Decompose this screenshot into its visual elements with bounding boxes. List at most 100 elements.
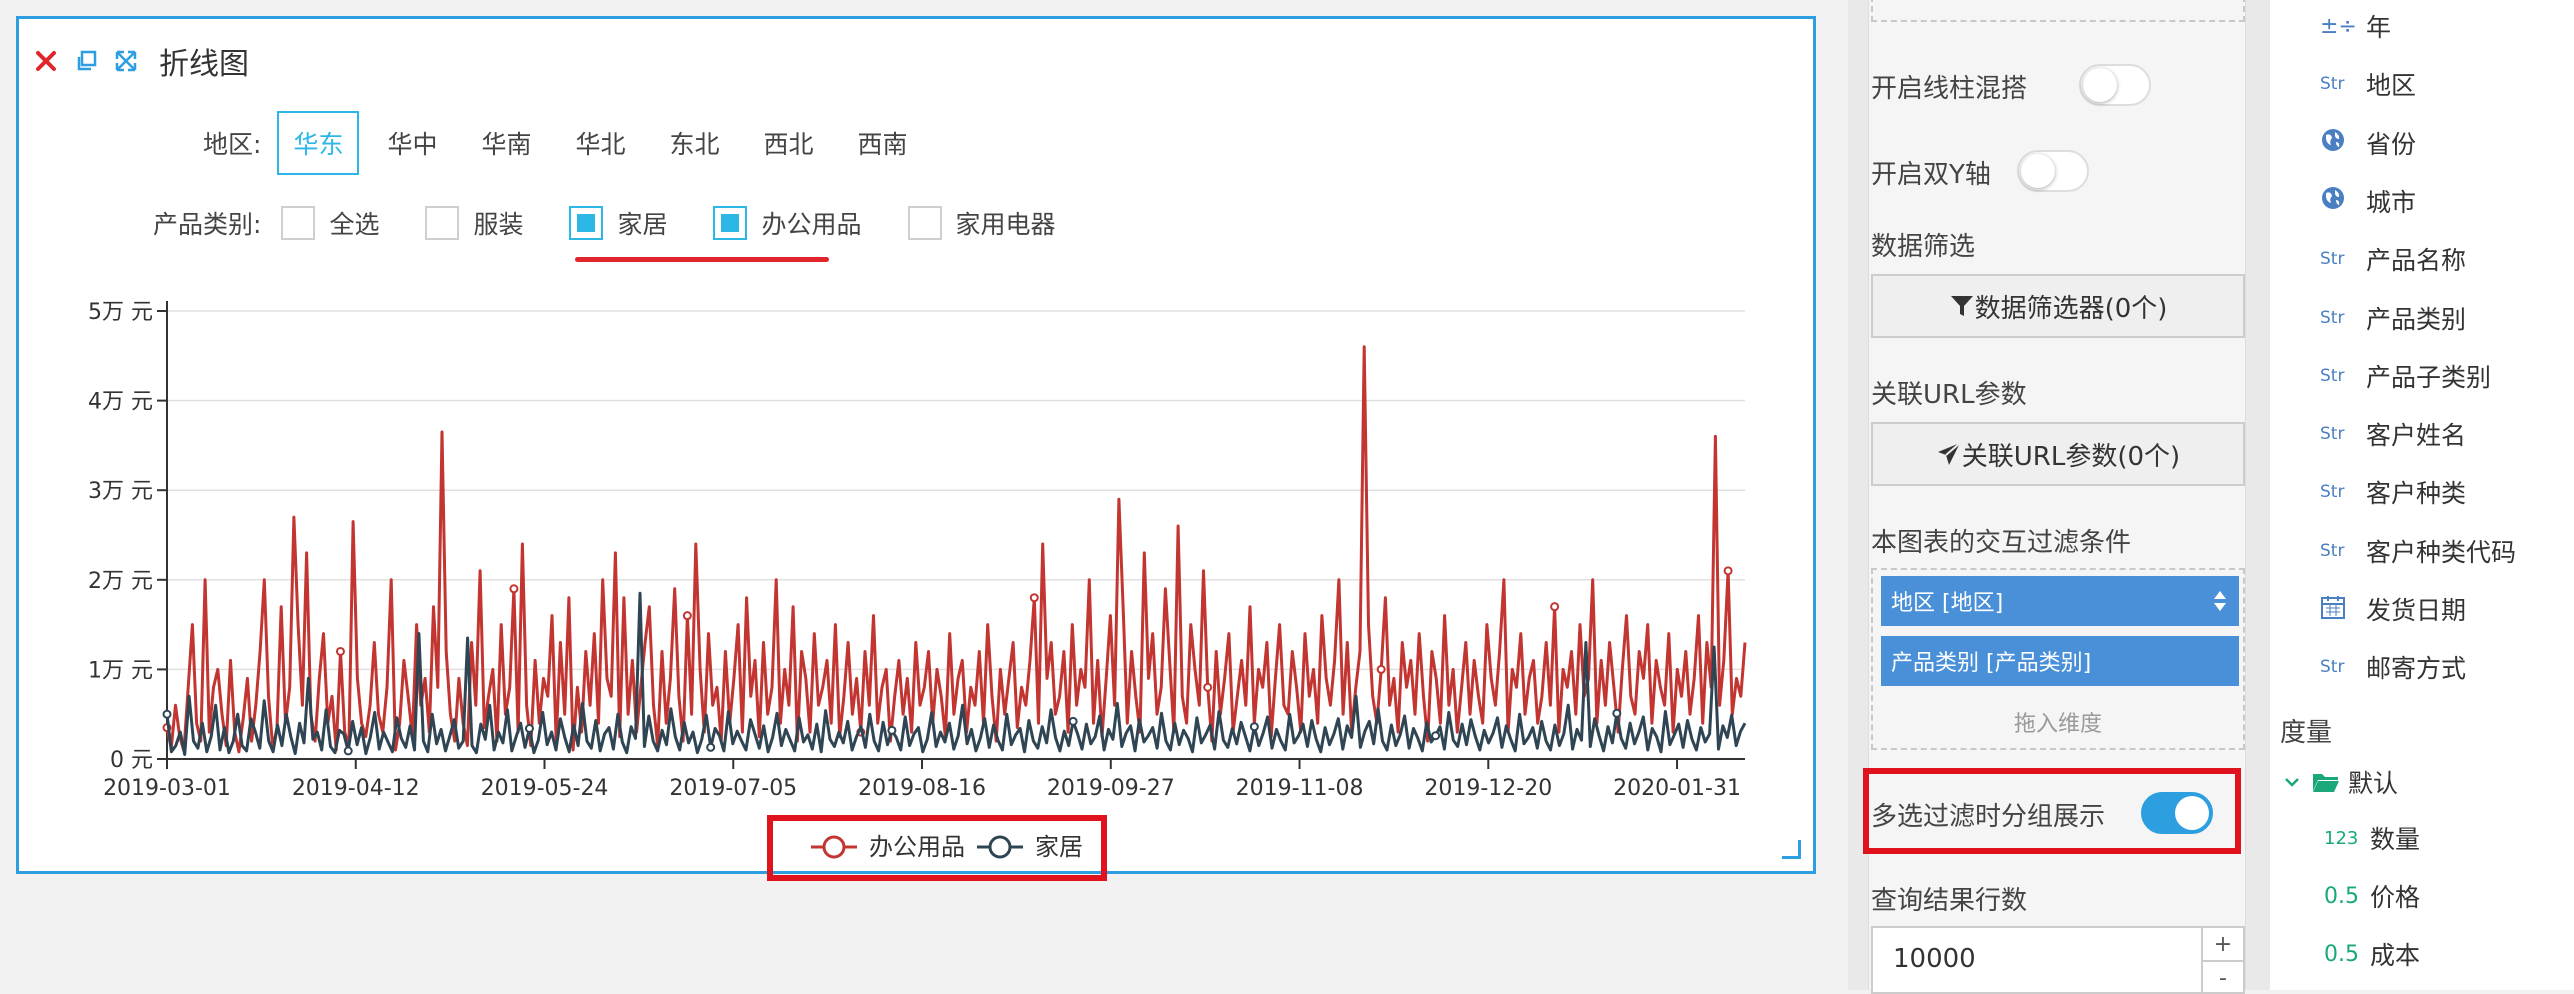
data-point <box>162 709 172 719</box>
drop-hint: 拖入维度 <box>2013 712 2102 737</box>
increment-button[interactable]: + <box>2203 928 2243 962</box>
sort-icon[interactable] <box>2213 590 2227 612</box>
resize-handle-icon[interactable] <box>1782 840 1801 859</box>
interaction-filter-dropzone[interactable]: 地区 [地区] 产品类别 [产品类别] 拖入维度 <box>1871 568 2245 750</box>
chart-card[interactable]: 折线图 地区: 华东 华中 华南 华北 东北 西北 西南 产品类别: 全选 服装… <box>16 16 1816 881</box>
url-params-button[interactable]: 关联URL参数(0个) <box>1871 422 2245 486</box>
globe-icon-wrap <box>2320 185 2356 216</box>
x-tick-label: 2019-07-05 <box>669 776 797 801</box>
data-point <box>706 742 716 752</box>
folder-open-icon <box>2313 774 2339 792</box>
dimension-chip-label: 产品类别 [产品类别] <box>1891 651 2092 676</box>
interaction-filter-label: 本图表的交互过滤条件 <box>1871 528 2132 558</box>
field-item[interactable]: Str 客户种类代码 <box>2320 533 2516 569</box>
x-tick-label: 2019-03-01 <box>103 776 231 801</box>
chevron-down-icon[interactable] <box>2284 774 2300 790</box>
y-tick-label: 2万 元 <box>88 569 153 594</box>
measure-group[interactable]: 默认 <box>2284 764 2398 800</box>
field-item[interactable]: Str 地区 <box>2320 66 2416 102</box>
string-type-icon: Str <box>2320 540 2345 561</box>
field-label: 邮寄方式 <box>2366 654 2467 684</box>
rows-value: 10000 <box>1893 944 1976 974</box>
y-tick-label: 1万 元 <box>88 658 153 683</box>
calc-type-icon: ±÷ <box>2320 13 2357 39</box>
string-type-icon: Str <box>2320 657 2345 678</box>
mix-line-bar-toggle[interactable] <box>2079 64 2151 106</box>
calendar-icon-wrap <box>2320 594 2356 625</box>
field-item[interactable]: Str 产品名称 <box>2320 241 2466 277</box>
data-point <box>343 746 353 756</box>
field-label: 地区 <box>2366 71 2417 101</box>
measure-label: 价格 <box>2370 883 2421 912</box>
dimension-chip-region[interactable]: 地区 [地区] <box>1881 576 2239 626</box>
rows-stepper[interactable]: + - <box>2201 928 2243 992</box>
series-line <box>165 345 1747 754</box>
url-params-label: 关联URL参数 <box>1871 380 2027 410</box>
field-item[interactable]: Str 邮寄方式 <box>2320 649 2466 685</box>
data-filter-button[interactable]: 数据筛选器(0个) <box>1871 274 2245 338</box>
string-type-icon: Str <box>2320 249 2345 270</box>
x-tick-label: 2019-12-20 <box>1424 776 1552 801</box>
y-tick-label: 5万 元 <box>88 300 153 325</box>
filter-icon <box>1950 296 1973 316</box>
data-point <box>1029 593 1039 603</box>
data-point <box>1550 602 1560 612</box>
data-filter-button-label: 数据筛选器(0个) <box>1974 293 2168 324</box>
string-type-icon: Str <box>2320 482 2345 503</box>
measure-label: 成本 <box>2370 941 2421 970</box>
decrement-button[interactable]: - <box>2203 962 2243 994</box>
globe-icon <box>2322 129 2344 152</box>
string-type-icon: Str <box>2320 307 2345 328</box>
x-tick-label: 2020-01-31 <box>1613 776 1741 801</box>
field-label: 客户姓名 <box>2366 421 2467 451</box>
data-point <box>524 724 534 734</box>
dashboard-canvas: 折线图 地区: 华东 华中 华南 华北 东北 西北 西南 产品类别: 全选 服装… <box>0 0 1848 990</box>
x-tick-label: 2019-05-24 <box>481 776 609 801</box>
measure-item[interactable]: 123 数量 <box>2324 820 2420 856</box>
drop-zone-top <box>1871 0 2245 22</box>
x-tick-label: 2019-09-27 <box>1047 776 1175 801</box>
measure-item[interactable]: 0.5 成本 <box>2324 936 2420 972</box>
globe-icon <box>2322 187 2344 210</box>
measure-item[interactable]: 0.5 价格 <box>2324 878 2420 914</box>
rows-label: 查询结果行数 <box>1871 886 2028 916</box>
field-label: 客户种类代码 <box>2366 537 2517 567</box>
data-point <box>682 611 692 621</box>
field-item[interactable]: Str 产品类别 <box>2320 300 2466 336</box>
field-item[interactable]: 省份 <box>2320 125 2416 161</box>
x-tick-label: 2019-08-16 <box>858 776 986 801</box>
data-point <box>1431 731 1441 741</box>
field-label: 发货日期 <box>2366 596 2467 625</box>
field-item[interactable]: 发货日期 <box>2320 591 2466 627</box>
toggle-knob <box>2083 68 2117 102</box>
properties-panel: 开启线柱混搭 开启双Y轴 数据筛选 数据筛选器(0个) 关联URL参数 关联UR… <box>1863 0 2246 994</box>
field-item[interactable]: 城市 <box>2320 183 2416 219</box>
calendar-icon <box>2321 595 2345 619</box>
toggle-knob <box>2021 154 2055 188</box>
data-point <box>1612 708 1622 718</box>
data-filter-label: 数据筛选 <box>1871 232 1976 262</box>
data-point <box>1249 722 1259 732</box>
dimension-chip-label: 地区 [地区] <box>1891 591 2004 616</box>
field-label: 产品名称 <box>2366 246 2467 276</box>
field-label: 城市 <box>2366 187 2417 217</box>
data-point <box>1376 664 1386 674</box>
mix-line-bar-label: 开启线柱混搭 <box>1871 74 2028 104</box>
dimension-chip-category[interactable]: 产品类别 [产品类别] <box>1881 636 2239 686</box>
x-tick-label: 2019-04-12 <box>292 776 420 801</box>
y-tick-label: 4万 元 <box>88 390 153 415</box>
annotation-box-toggle <box>1863 768 2241 854</box>
y-tick-label: 0 元 <box>110 748 153 773</box>
field-item[interactable]: Str 客户姓名 <box>2320 416 2466 452</box>
dual-y-label: 开启双Y轴 <box>1871 160 1991 190</box>
field-item[interactable]: Str 产品子类别 <box>2320 358 2491 394</box>
field-item[interactable]: ±÷ 年 <box>2320 8 2391 44</box>
data-point <box>1068 716 1078 726</box>
field-label: 产品类别 <box>2366 304 2467 334</box>
rows-input[interactable]: 10000 + - <box>1871 926 2245 994</box>
send-icon <box>1937 442 1961 465</box>
field-item[interactable]: Str 客户种类 <box>2320 474 2466 510</box>
field-label: 客户种类 <box>2366 479 2467 509</box>
dual-y-toggle[interactable] <box>2017 150 2089 192</box>
measures-title: 度量 <box>2280 718 2333 748</box>
